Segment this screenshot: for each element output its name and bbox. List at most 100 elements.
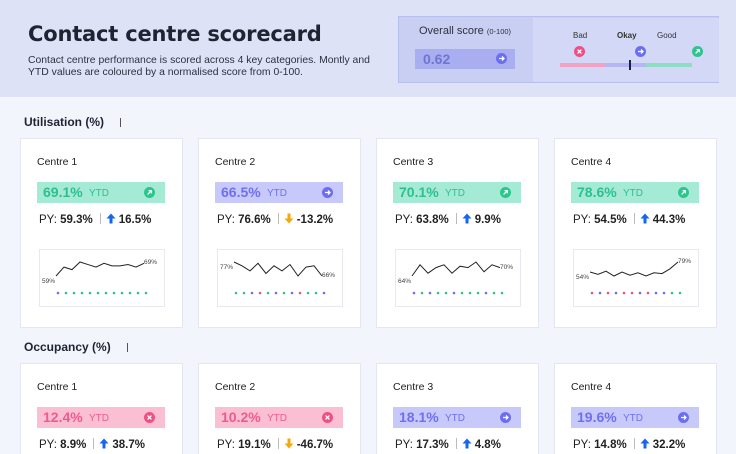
- status-dot: [492, 291, 496, 295]
- status-dot: [500, 291, 504, 295]
- status-dot: [590, 291, 594, 295]
- score-scale-bar: [560, 63, 692, 67]
- py-value: 17.3%: [416, 439, 449, 451]
- py-row: PY: 17.3% 4.8%: [395, 438, 501, 451]
- status-dot: [56, 291, 60, 295]
- okay-arrow-icon: [500, 412, 511, 423]
- py-value: 14.8%: [594, 439, 627, 451]
- overall-score-value-box: 0.62: [415, 49, 515, 69]
- centre-name: Centre 4: [571, 156, 612, 168]
- sparkline-path: [233, 261, 323, 277]
- change-value: 9.9%: [474, 214, 501, 226]
- py-label: PY:: [217, 439, 235, 451]
- good-arrow-icon: [144, 187, 155, 198]
- change-value: 44.3%: [652, 214, 686, 226]
- ytd-metric: 18.1% YTD: [393, 407, 521, 428]
- sparkline-end-label: 70%: [500, 263, 514, 271]
- ytd-value: 69.1%: [43, 184, 83, 200]
- status-dot: [242, 291, 246, 295]
- py-value: 19.1%: [238, 439, 271, 451]
- py-value: 8.9%: [60, 439, 87, 451]
- status-dot: [144, 291, 148, 295]
- change-value: 16.5%: [118, 214, 152, 226]
- ytd-value: 10.2%: [221, 409, 261, 425]
- status-dot: [412, 291, 416, 295]
- scale-label-okay: Okay: [617, 31, 637, 40]
- ytd-metric: 70.1% YTD: [393, 182, 521, 203]
- status-dot: [598, 291, 602, 295]
- status-dot: [614, 291, 618, 295]
- sparkline: 54% 79%: [573, 249, 699, 307]
- py-label: PY:: [395, 439, 413, 451]
- py-value: 54.5%: [594, 214, 627, 226]
- score-marker: [629, 60, 631, 70]
- centre-name: Centre 1: [37, 156, 78, 168]
- sparkline-start-label: 64%: [398, 278, 412, 285]
- overall-score-label: Overall score (0-100): [419, 25, 512, 37]
- status-dot: [88, 291, 92, 295]
- overall-score-panel: Overall score (0-100) 0.62 Bad Okay Good: [398, 16, 719, 83]
- status-dot: [128, 291, 132, 295]
- py-label: PY:: [395, 214, 413, 226]
- status-dot: [258, 291, 262, 295]
- status-dot: [606, 291, 610, 295]
- centre-card: Centre 3 18.1% YTD PY: 17.3% 4.8%: [376, 363, 539, 454]
- status-dot: [484, 291, 488, 295]
- centre-card: Centre 1 69.1% YTD PY: 59.3% 16.5% 59% 69%: [20, 138, 183, 328]
- centre-name: Centre 4: [571, 381, 612, 393]
- page-subtitle: Contact centre performance is scored acr…: [28, 55, 370, 78]
- status-dot: [72, 291, 76, 295]
- ytd-label: YTD: [89, 413, 109, 424]
- ytd-value: 70.1%: [399, 184, 439, 200]
- good-arrow-icon: [500, 187, 511, 198]
- up-arrow-icon: [462, 438, 472, 449]
- status-dot: [266, 291, 270, 295]
- okay-arrow-icon: [322, 187, 333, 198]
- up-arrow-icon: [99, 438, 109, 449]
- status-dot: [476, 291, 480, 295]
- sparkline-path: [411, 261, 501, 277]
- status-dot: [234, 291, 238, 295]
- page-title: Contact centre scorecard: [28, 22, 322, 46]
- py-row: PY: 54.5% 44.3%: [573, 213, 685, 226]
- status-dot: [64, 291, 68, 295]
- centre-card: Centre 3 70.1% YTD PY: 63.8% 9.9% 64% 70%: [376, 138, 539, 328]
- sparkline-start-label: 59%: [42, 278, 56, 285]
- ytd-value: 19.6%: [577, 409, 617, 425]
- py-row: PY: 19.1% -46.7%: [217, 438, 333, 451]
- py-row: PY: 59.3% 16.5%: [39, 213, 151, 226]
- ytd-value: 18.1%: [399, 409, 439, 425]
- bad-cross-icon: [322, 412, 333, 423]
- status-dot: [646, 291, 650, 295]
- up-arrow-icon: [106, 213, 116, 224]
- centre-card: Centre 4 19.6% YTD PY: 14.8% 32.2%: [554, 363, 717, 454]
- py-value: 63.8%: [416, 214, 449, 226]
- score-scale: Bad Okay Good: [533, 18, 719, 82]
- status-dot: [120, 291, 124, 295]
- ytd-value: 12.4%: [43, 409, 83, 425]
- ytd-label: YTD: [623, 188, 643, 199]
- status-dot: [298, 291, 302, 295]
- centre-card: Centre 2 66.5% YTD PY: 76.6% -13.2% 77% 66…: [198, 138, 361, 328]
- good-arrow-icon: [691, 46, 703, 57]
- ytd-metric: 19.6% YTD: [571, 407, 699, 428]
- status-dot: [136, 291, 140, 295]
- sparkline-path: [55, 261, 145, 277]
- change-value: 4.8%: [474, 439, 501, 451]
- section-title-utilisation: Utilisation (%): [24, 115, 121, 129]
- status-dot: [452, 291, 456, 295]
- ytd-label: YTD: [267, 413, 287, 424]
- sparkline-end-label: 79%: [678, 258, 692, 265]
- centre-card: Centre 2 10.2% YTD PY: 19.1% -46.7%: [198, 363, 361, 454]
- change-value: -13.2%: [296, 214, 334, 226]
- bad-cross-icon: [144, 412, 155, 423]
- scale-label-good: Good: [657, 31, 677, 40]
- py-label: PY:: [39, 439, 57, 451]
- centre-card: Centre 4 78.6% YTD PY: 54.5% 44.3% 54% 79%: [554, 138, 717, 328]
- sparkline: 64% 70%: [395, 249, 521, 307]
- status-dot: [80, 291, 84, 295]
- py-row: PY: 14.8% 32.2%: [573, 438, 685, 451]
- status-dot: [420, 291, 424, 295]
- ytd-label: YTD: [89, 188, 109, 199]
- centre-name: Centre 3: [393, 156, 434, 168]
